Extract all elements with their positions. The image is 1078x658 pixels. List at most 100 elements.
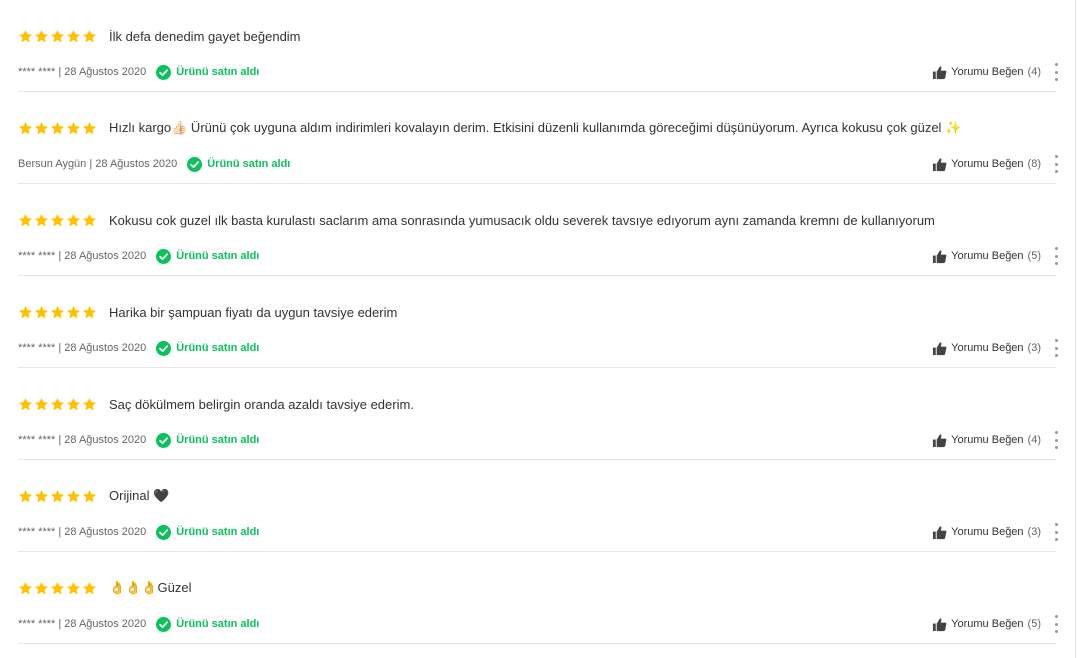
review-header: İlk defa denedim gayet beğendim <box>18 26 301 46</box>
check-circle-icon <box>156 524 172 540</box>
star-icon <box>18 397 33 412</box>
like-review-label: Yorumu Beğen <box>951 158 1024 170</box>
star-icon <box>66 121 81 136</box>
star-icon <box>50 489 65 504</box>
like-review-label: Yorumu Beğen <box>951 618 1024 630</box>
review-item: Orijinal 🖤 **** **** | 28 Ağustos 2020 Ü… <box>18 460 1059 552</box>
like-review-label: Yorumu Beğen <box>951 526 1024 538</box>
star-rating <box>18 397 97 412</box>
star-icon <box>82 397 97 412</box>
star-icon <box>34 29 49 44</box>
like-count: (3) <box>1027 342 1041 354</box>
review-footer: Bersun Aygün | 28 Ağustos 2020 Ürünü sat… <box>18 154 1059 174</box>
check-circle-icon <box>156 248 172 264</box>
star-icon <box>82 305 97 320</box>
review-meta: **** **** | 28 Ağustos 2020 <box>18 434 147 446</box>
star-icon <box>50 581 65 596</box>
star-rating <box>18 121 97 136</box>
like-review-button[interactable]: Yorumu Beğen (4) <box>932 65 1041 80</box>
thumbs-up-icon <box>932 65 947 80</box>
review-meta: **** **** | 28 Ağustos 2020 <box>18 618 147 630</box>
like-count: (5) <box>1027 250 1041 262</box>
star-icon <box>50 121 65 136</box>
check-circle-icon <box>156 64 172 80</box>
star-icon <box>18 213 33 228</box>
star-icon <box>66 29 81 44</box>
review-comment: İlk defa denedim gayet beğendim <box>109 28 301 44</box>
like-count: (8) <box>1027 158 1041 170</box>
star-icon <box>66 581 81 596</box>
like-review-button[interactable]: Yorumu Beğen (3) <box>932 341 1041 356</box>
more-options-button[interactable] <box>1053 247 1059 265</box>
review-footer: **** **** | 28 Ağustos 2020 Ürünü satın … <box>18 522 1059 542</box>
like-count: (4) <box>1027 434 1041 446</box>
review-item: Hızlı kargo👍🏻 Ürünü çok uyguna aldım ind… <box>18 92 1059 184</box>
review-comment: Saç dökülmem belirgin oranda azaldı tavs… <box>109 396 414 412</box>
like-review-button[interactable]: Yorumu Beğen (3) <box>932 525 1041 540</box>
star-rating <box>18 29 97 44</box>
check-circle-icon <box>187 156 203 172</box>
like-count: (5) <box>1027 618 1041 630</box>
like-review-label: Yorumu Beğen <box>951 66 1024 78</box>
like-review-button[interactable]: Yorumu Beğen (8) <box>932 157 1041 172</box>
review-header: Harika bir şampuan fiyatı da uygun tavsi… <box>18 302 397 322</box>
more-options-button[interactable] <box>1053 523 1059 541</box>
review-footer: **** **** | 28 Ağustos 2020 Ürünü satın … <box>18 246 1059 266</box>
star-icon <box>34 305 49 320</box>
like-review-button[interactable]: Yorumu Beğen (4) <box>932 433 1041 448</box>
like-count: (4) <box>1027 66 1041 78</box>
review-footer: **** **** | 28 Ağustos 2020 Ürünü satın … <box>18 62 1059 82</box>
review-item: Saç dökülmem belirgin oranda azaldı tavs… <box>18 368 1059 460</box>
verified-purchase-badge: Ürünü satın aldı <box>156 64 260 80</box>
more-options-button[interactable] <box>1053 615 1059 633</box>
star-icon <box>34 489 49 504</box>
more-options-button[interactable] <box>1053 155 1059 173</box>
verified-purchase-label: Ürünü satın aldı <box>207 158 291 170</box>
thumbs-up-icon <box>932 525 947 540</box>
check-circle-icon <box>156 340 172 356</box>
thumbs-up-icon <box>932 341 947 356</box>
review-meta: Bersun Aygün | 28 Ağustos 2020 <box>18 158 178 170</box>
scrollbar-track[interactable] <box>1075 0 1076 658</box>
review-item: 👌👌👌Güzel **** **** | 28 Ağustos 2020 Ürü… <box>18 552 1059 644</box>
review-list: İlk defa denedim gayet beğendim **** ***… <box>18 0 1059 644</box>
review-meta: **** **** | 28 Ağustos 2020 <box>18 526 147 538</box>
like-review-label: Yorumu Beğen <box>951 434 1024 446</box>
verified-purchase-badge: Ürünü satın aldı <box>156 432 259 448</box>
review-meta: **** **** | 28 Ağustos 2020 <box>18 342 147 354</box>
verified-purchase-label: Ürünü satın aldı <box>176 342 260 354</box>
review-header: Saç dökülmem belirgin oranda azaldı tavs… <box>18 394 414 414</box>
thumbs-up-icon <box>932 433 947 448</box>
star-icon <box>66 489 81 504</box>
star-icon <box>82 121 97 136</box>
check-circle-icon <box>156 432 172 448</box>
more-options-button[interactable] <box>1053 339 1059 357</box>
check-circle-icon <box>156 616 172 632</box>
star-rating <box>18 489 97 504</box>
verified-purchase-label: Ürünü satın aldı <box>176 250 260 262</box>
star-icon <box>50 397 65 412</box>
more-options-button[interactable] <box>1053 63 1059 81</box>
star-icon <box>34 213 49 228</box>
review-comment: Harika bir şampuan fiyatı da uygun tavsi… <box>109 304 398 320</box>
review-footer: **** **** | 28 Ağustos 2020 Ürünü satın … <box>18 614 1059 634</box>
thumbs-up-icon <box>932 157 947 172</box>
star-rating <box>18 581 97 596</box>
review-header: Hızlı kargo👍🏻 Ürünü çok uyguna aldım ind… <box>18 118 961 138</box>
review-header: 👌👌👌Güzel <box>18 578 192 598</box>
like-review-button[interactable]: Yorumu Beğen (5) <box>932 249 1041 264</box>
star-icon <box>18 121 33 136</box>
more-options-button[interactable] <box>1053 431 1059 449</box>
star-icon <box>34 581 49 596</box>
like-count: (3) <box>1027 526 1041 538</box>
like-review-button[interactable]: Yorumu Beğen (5) <box>932 617 1041 632</box>
review-comment: Orijinal 🖤 <box>109 488 170 503</box>
star-icon <box>50 305 65 320</box>
verified-purchase-label: Ürünü satın aldı <box>176 526 260 538</box>
star-icon <box>66 305 81 320</box>
star-rating <box>18 305 97 320</box>
star-icon <box>82 29 97 44</box>
verified-purchase-label: Ürünü satın aldı <box>176 66 260 78</box>
review-meta: **** **** | 28 Ağustos 2020 <box>18 250 147 262</box>
star-icon <box>18 29 33 44</box>
